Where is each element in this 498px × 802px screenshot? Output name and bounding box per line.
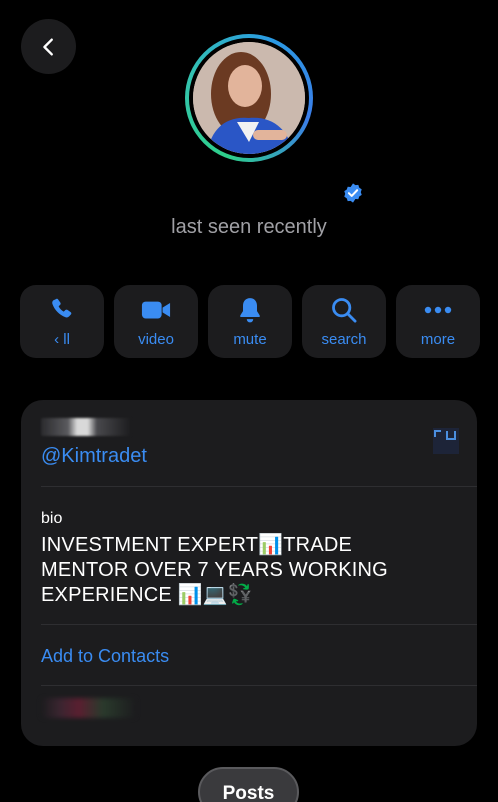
more-icon xyxy=(424,306,452,314)
search-icon xyxy=(332,298,357,323)
bio-emojis: 📊💻💱 xyxy=(177,584,254,606)
search-button[interactable]: search xyxy=(302,285,386,358)
search-label: search xyxy=(321,331,367,348)
phone-icon xyxy=(52,298,72,318)
last-seen-status: last seen recently xyxy=(171,216,327,238)
avatar[interactable] xyxy=(185,34,313,162)
call-label: ‹ ll xyxy=(54,331,70,348)
qr-code-icon[interactable] xyxy=(433,428,459,454)
mute-button[interactable]: mute xyxy=(208,285,292,358)
bio-line-1b: TRADE xyxy=(283,534,353,556)
back-button[interactable] xyxy=(21,19,76,74)
chevron-left-icon xyxy=(42,37,53,56)
bio-line-2: MENTOR OVER 7 YEARS WORKING xyxy=(41,559,388,581)
action-bar: ‹ ll video mute search more xyxy=(20,285,480,358)
verified-badge-icon xyxy=(344,183,362,203)
add-to-contacts-button[interactable]: Add to Contacts xyxy=(41,646,169,667)
bio-line-1: INVESTMENT EXPERT xyxy=(41,534,259,556)
divider xyxy=(41,486,477,487)
bio-text: INVESTMENT EXPERT📊TRADE MENTOR OVER 7 YE… xyxy=(41,533,441,608)
video-camera-icon xyxy=(141,301,171,319)
info-card: @Kimtradet bio INVESTMENT EXPERT📊TRADE M… xyxy=(21,400,477,746)
divider xyxy=(41,685,477,686)
bell-icon xyxy=(240,298,260,323)
video-button[interactable]: video xyxy=(114,285,198,358)
blurred-content xyxy=(41,698,136,718)
username-link[interactable]: @Kimtradet xyxy=(41,445,147,468)
mute-label: mute xyxy=(233,331,267,348)
bar-chart-emoji: 📊 xyxy=(258,534,284,556)
call-button[interactable]: ‹ ll xyxy=(20,285,104,358)
video-label: video xyxy=(138,331,174,348)
more-button[interactable]: more xyxy=(396,285,480,358)
name-row xyxy=(0,180,498,208)
more-label: more xyxy=(420,331,456,348)
bio-label: bio xyxy=(41,510,63,527)
tab-posts[interactable]: Posts xyxy=(198,767,299,802)
bio-line-3: EXPERIENCE xyxy=(41,584,172,606)
blurred-phone-number xyxy=(41,418,131,436)
divider xyxy=(41,624,477,625)
profile-photo xyxy=(193,42,305,154)
